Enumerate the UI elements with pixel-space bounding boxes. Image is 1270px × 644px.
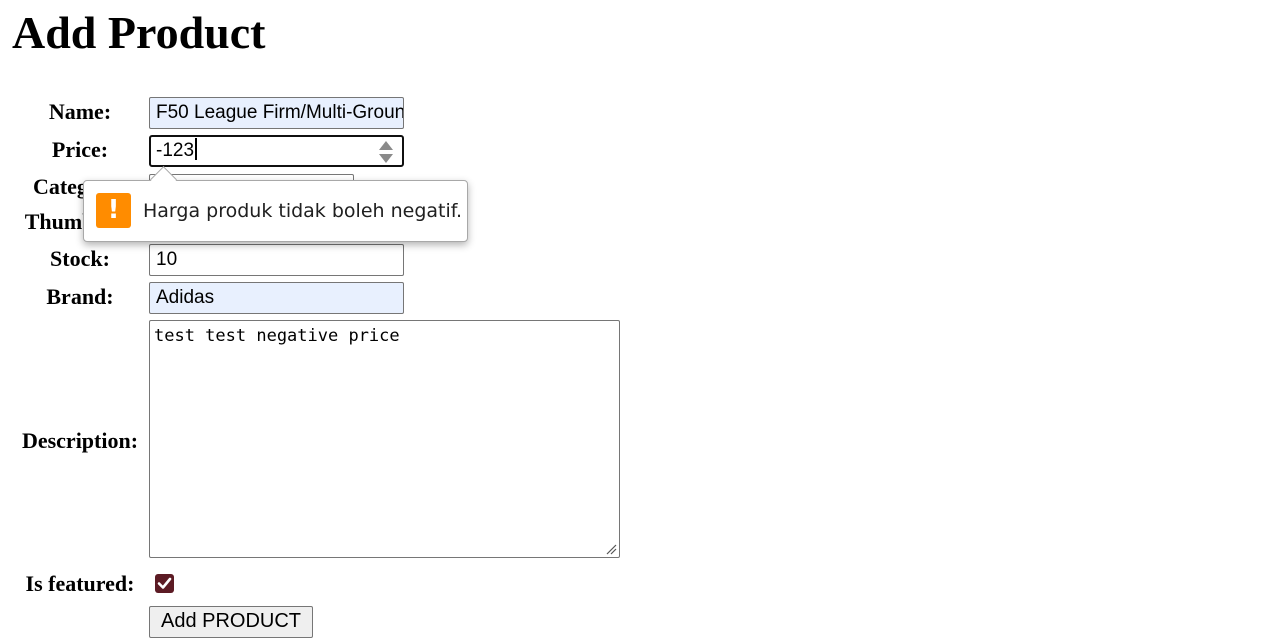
name-input[interactable]: F50 League Firm/Multi-Ground <box>149 97 404 129</box>
validation-tooltip: ! Harga produk tidak boleh negatif. <box>83 166 468 242</box>
number-spinner[interactable] <box>379 140 393 164</box>
page-title: Add Product <box>12 7 266 58</box>
description-label: Description: <box>21 428 139 453</box>
price-label: Price: <box>51 137 109 162</box>
is-featured-label: Is featured: <box>25 571 135 596</box>
is-featured-checkbox[interactable] <box>155 574 174 593</box>
stock-input[interactable]: 10 <box>149 244 404 276</box>
add-product-button[interactable]: Add PRODUCT <box>149 606 313 638</box>
resize-grip-icon[interactable] <box>605 543 617 555</box>
brand-label: Brand: <box>46 284 114 309</box>
brand-input[interactable]: Adidas <box>149 282 404 314</box>
description-text: test test negative price <box>154 326 400 346</box>
checkmark-icon <box>157 577 172 589</box>
text-caret <box>195 138 198 160</box>
price-value: -123 <box>156 140 195 161</box>
spinner-up-icon[interactable] <box>379 141 393 150</box>
warning-icon: ! <box>96 193 131 228</box>
name-label: Name: <box>48 99 112 124</box>
add-product-page: Add Product Name: F50 League Firm/Multi-… <box>0 0 1270 644</box>
validation-message: Harga produk tidak boleh negatif. <box>143 200 463 222</box>
description-textarea[interactable]: test test negative price <box>149 320 620 558</box>
spinner-down-icon[interactable] <box>379 154 393 163</box>
price-input[interactable]: -123 <box>149 135 404 167</box>
stock-label: Stock: <box>50 246 110 271</box>
tooltip-arrow <box>150 166 177 193</box>
